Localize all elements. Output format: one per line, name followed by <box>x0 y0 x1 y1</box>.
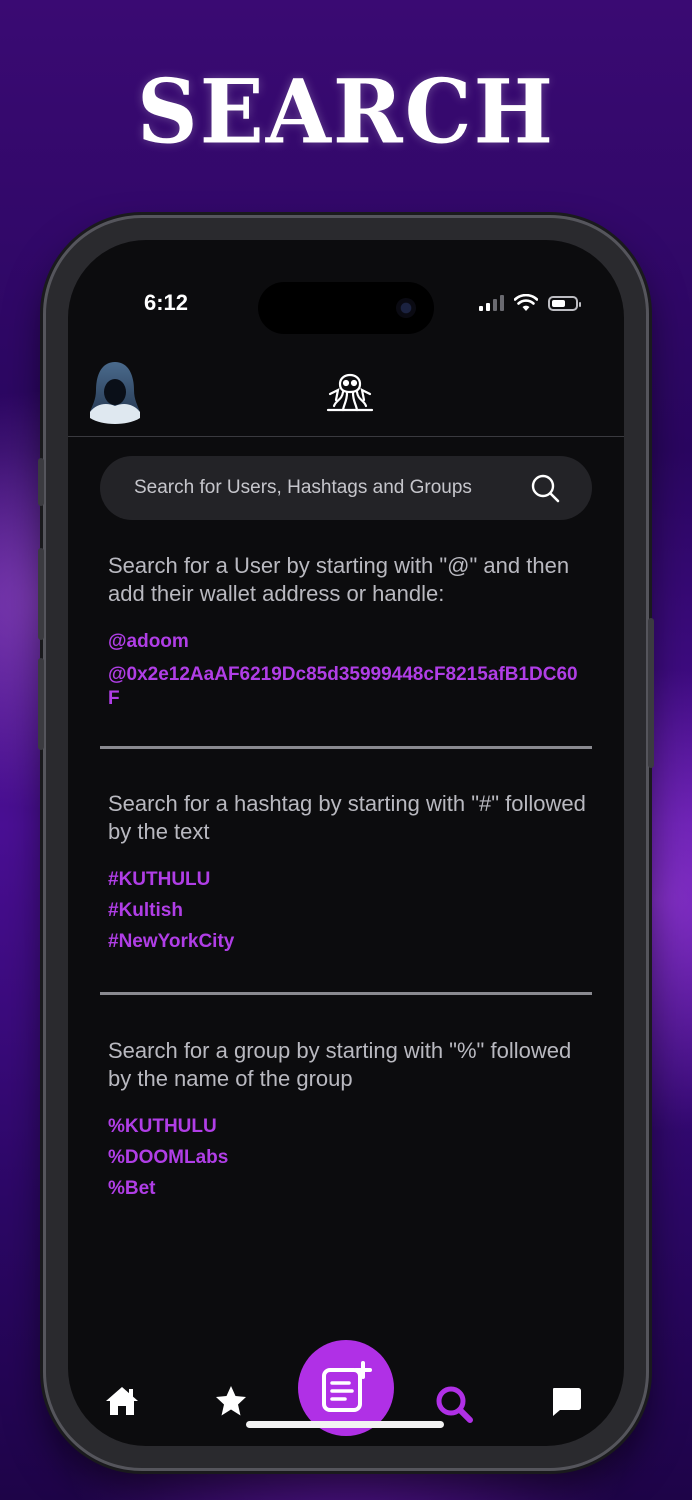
side-button-power <box>648 618 654 768</box>
promo-headline: SEARCH <box>137 59 555 164</box>
compose-icon <box>322 1361 372 1412</box>
search-nav-icon[interactable] <box>434 1384 474 1424</box>
example-hashtag[interactable]: #KUTHULU <box>108 864 588 895</box>
side-button-volume-down <box>38 658 44 750</box>
home-indicator <box>246 1421 444 1428</box>
wifi-icon <box>514 294 538 311</box>
example-group[interactable]: %DOOMLabs <box>108 1142 588 1173</box>
signal-icon <box>479 295 504 311</box>
user-search-description: Search for a User by starting with "@" a… <box>108 553 570 606</box>
dynamic-island <box>258 282 434 334</box>
phone-frame: 6:12 Search for Users, Hashtags and Grou… <box>38 218 654 1468</box>
home-icon[interactable] <box>104 1385 140 1417</box>
status-icons <box>479 294 581 312</box>
app-header <box>68 350 624 437</box>
section-divider <box>100 992 592 995</box>
section-divider <box>100 746 592 749</box>
example-group[interactable]: %KUTHULU <box>108 1111 588 1142</box>
bottom-nav <box>68 1332 624 1442</box>
side-button-volume-up <box>38 548 44 640</box>
example-group[interactable]: %Bet <box>108 1173 588 1204</box>
example-user-wallet[interactable]: @0x2e12AaAF6219Dc85d35999448cF8215afB1DC… <box>108 663 588 711</box>
hashtag-search-description: Search for a hashtag by starting with "#… <box>108 791 586 844</box>
battery-icon <box>548 295 581 311</box>
search-bar[interactable] <box>100 456 592 520</box>
user-search-section: Search for a User by starting with "@" a… <box>108 552 588 711</box>
side-button-action <box>38 458 44 506</box>
hashtag-search-section: Search for a hashtag by starting with "#… <box>108 790 588 957</box>
group-search-description: Search for a group by starting with "%" … <box>108 1038 572 1091</box>
app-logo-icon <box>326 373 374 412</box>
app-screen: 6:12 Search for Users, Hashtags and Grou… <box>68 240 624 1446</box>
example-hashtag[interactable]: #NewYorkCity <box>108 926 588 957</box>
star-icon[interactable] <box>214 1384 248 1418</box>
search-icon[interactable] <box>530 473 560 503</box>
avatar[interactable] <box>88 360 142 424</box>
group-search-section: Search for a group by starting with "%" … <box>108 1037 588 1204</box>
status-time: 6:12 <box>144 290 189 315</box>
example-user-handle[interactable]: @adoom <box>108 626 588 657</box>
example-hashtag[interactable]: #Kultish <box>108 895 588 926</box>
chat-icon[interactable] <box>550 1386 582 1418</box>
search-input[interactable] <box>132 476 532 500</box>
